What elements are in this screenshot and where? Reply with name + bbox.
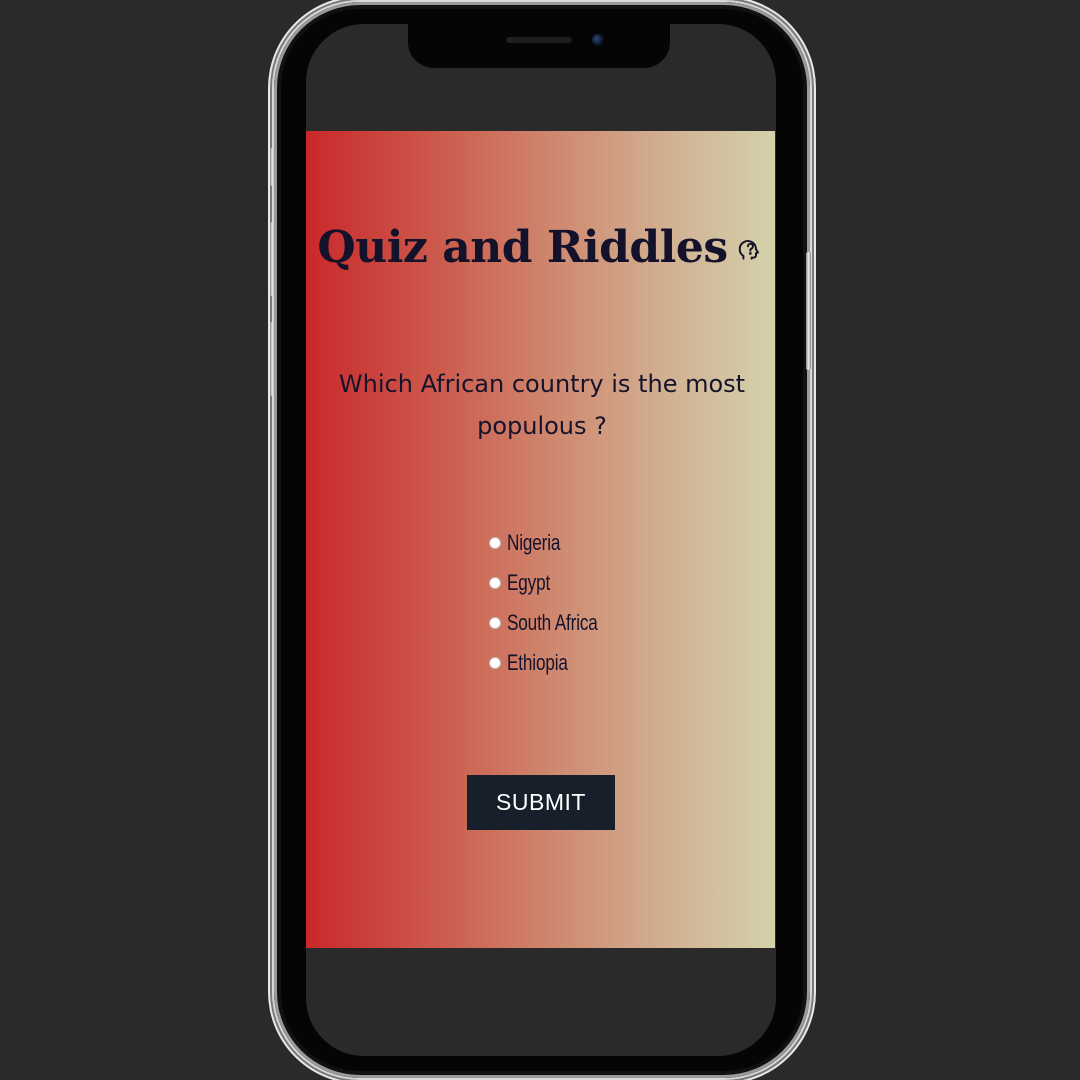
radio-button[interactable]: [489, 537, 501, 549]
title-text: Quiz and Riddles: [317, 222, 728, 273]
option-nigeria[interactable]: Nigeria: [489, 523, 689, 563]
quiz-app: Quiz and Riddles Which African country i…: [306, 131, 775, 948]
radio-button[interactable]: [489, 617, 501, 629]
earpiece-speaker: [506, 37, 572, 43]
radio-button[interactable]: [489, 577, 501, 589]
mute-switch: [270, 148, 275, 186]
option-label: Nigeria: [507, 530, 561, 555]
option-label: Ethiopia: [507, 650, 568, 675]
head-question-icon: [738, 239, 759, 260]
option-label: Egypt: [507, 570, 551, 595]
question-text: Which African country is the most populo…: [338, 370, 746, 440]
option-label: South Africa: [507, 610, 598, 635]
power-button: [806, 252, 811, 370]
phone-notch: [408, 24, 670, 68]
volume-down-button: [270, 322, 275, 396]
radio-button[interactable]: [489, 657, 501, 669]
option-ethiopia[interactable]: Ethiopia: [489, 643, 689, 683]
option-egypt[interactable]: Egypt: [489, 563, 689, 603]
page-title: Quiz and Riddles: [306, 219, 775, 273]
option-south-africa[interactable]: South Africa: [489, 603, 689, 643]
volume-up-button: [270, 222, 275, 296]
phone-screen: Quiz and Riddles Which African country i…: [306, 24, 776, 1056]
answer-options: Nigeria Egypt South Africa Ethiopia: [489, 523, 689, 683]
mockup-stage: Quiz and Riddles Which African country i…: [0, 0, 1080, 1080]
front-camera: [592, 34, 604, 46]
submit-button[interactable]: SUBMIT: [467, 775, 615, 830]
